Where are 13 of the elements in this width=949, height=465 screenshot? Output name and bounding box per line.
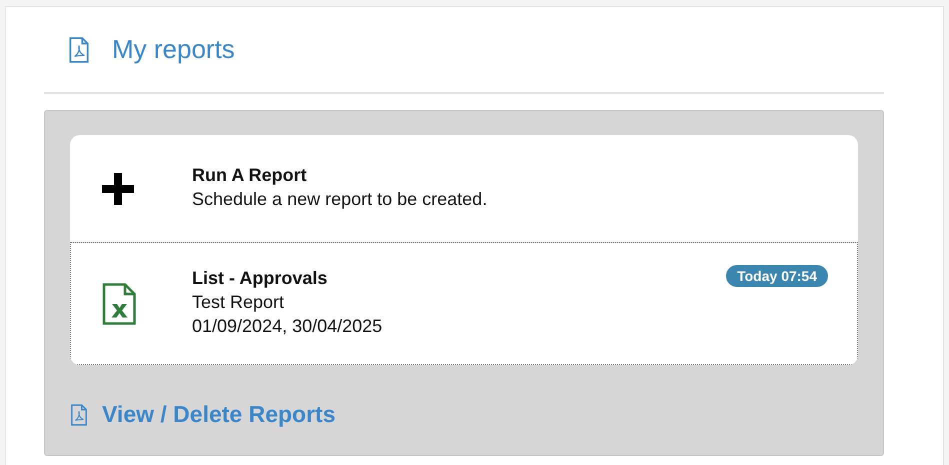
plus-icon <box>102 172 134 204</box>
report-description: Schedule a new report to be created. <box>192 188 488 210</box>
action-item[interactable]: Run A Report Schedule a new report to be created. <box>70 135 858 242</box>
section-title: My reports <box>112 34 235 65</box>
report-title: Run A Report <box>192 164 308 186</box>
report-description: Test Report <box>192 292 286 313</box>
report-description: 01/09/2024, 30/04/2025 <box>192 316 382 337</box>
time-badge: Today 07:54 <box>726 265 828 287</box>
pdf-file-icon <box>70 404 88 426</box>
report-item[interactable]: List - Approvals Test Report 01/09/2024, 30/04/2025 Today 07:54 <box>70 242 858 365</box>
report-title: List - Approvals <box>192 268 328 289</box>
pdf-file-icon <box>68 36 90 62</box>
spreadsheet-file-icon <box>102 283 136 325</box>
